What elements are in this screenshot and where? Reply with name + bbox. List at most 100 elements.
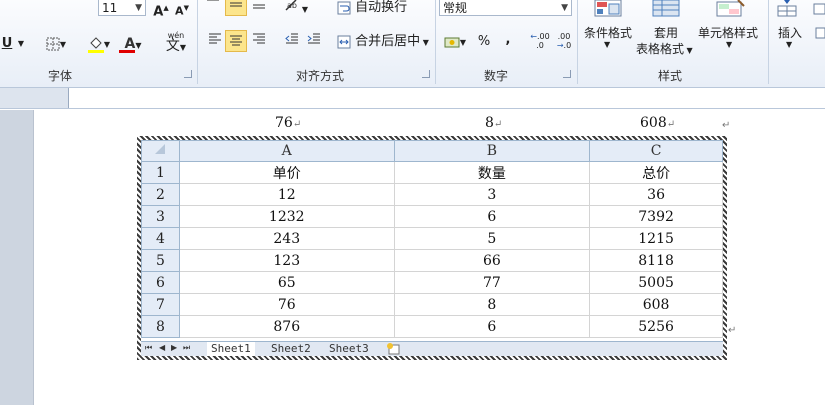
font-size-value: 11 [102,1,118,15]
row-header[interactable]: 1 [141,161,180,184]
conditional-format-label: 条件格式 [584,26,633,40]
font-color-button[interactable]: A▼ [118,34,148,54]
delete-button[interactable] [812,0,825,60]
arrow-left-icon: ← [530,32,537,41]
row-header[interactable]: 2 [141,183,180,206]
prev-sheet-icon[interactable]: ◀ [159,343,165,352]
orientation-button[interactable]: ab ▼ [282,0,310,18]
align-middle-button[interactable] [225,0,247,16]
row-header[interactable]: 4 [141,227,180,250]
cell[interactable]: 单价 [178,161,395,184]
border-button[interactable]: ▼ [42,34,70,54]
accounting-format-button[interactable]: ▼ [440,32,470,52]
select-all-corner[interactable] [141,140,180,162]
paint-bucket-icon [87,36,104,53]
underline-button[interactable]: U [0,34,14,54]
cell[interactable]: 876 [178,315,395,338]
tab-sheet2[interactable]: Sheet2 [267,342,315,356]
align-bottom-button[interactable] [250,0,268,16]
cell[interactable]: 77 [393,271,591,294]
cell[interactable]: 5256 [589,315,723,338]
font-size-combo[interactable]: 11 ▼ [98,0,146,16]
cell-styles-button[interactable]: 单元格样式 ▼ [698,0,762,60]
comma-button[interactable]: , [501,30,515,50]
row-header[interactable]: 7 [141,293,180,316]
cell[interactable]: 243 [178,227,395,250]
cell[interactable]: 8118 [589,249,723,272]
cell[interactable]: 6 [393,315,591,338]
cell[interactable]: 12 [178,183,395,206]
wrap-text-button[interactable]: 自动换行 [337,0,417,18]
grow-font-button[interactable]: A▲ [152,0,170,19]
alignment-group-label: 对齐方式 [295,69,344,83]
number-format-combo[interactable]: 常规 ▼ [439,0,572,16]
number-dialog-launcher[interactable] [563,70,571,78]
align-left-button[interactable] [206,32,224,52]
decrease-indent-button[interactable] [283,32,301,52]
row-header[interactable]: 8 [141,315,180,338]
font-dialog-launcher[interactable] [184,70,192,78]
cell[interactable]: 1215 [589,227,723,250]
cell[interactable]: 66 [393,249,591,272]
cell[interactable]: 3 [393,183,591,206]
styles-group-label: 样式 [657,69,682,83]
comma-label: , [505,32,511,47]
underline-label: U [1,36,13,51]
cell[interactable]: 7392 [589,205,723,228]
decrease-decimal-button[interactable]: .00 →.0 [554,32,574,52]
row-header[interactable]: 3 [141,205,180,228]
align-right-button[interactable] [250,32,268,52]
shrink-font-button[interactable]: A▼ [174,0,190,18]
sheet-grid: A B C 1 单价 数量 总价 2 12 3 36 3 1232 6 7392 [141,140,723,338]
first-sheet-icon[interactable]: ⏮ [145,343,152,353]
column-header-b[interactable]: B [393,140,591,162]
increase-indent-button[interactable] [305,32,323,52]
chevron-down-icon: ▼ [726,40,733,49]
tab-sheet3[interactable]: Sheet3 [325,342,373,356]
align-top-button[interactable] [204,0,222,14]
cell[interactable]: 数量 [393,161,591,184]
percent-button[interactable]: % [475,32,493,52]
tab-sheet1[interactable]: Sheet1 [207,342,255,356]
last-sheet-icon[interactable]: ⏭ [183,343,190,353]
column-header-c[interactable]: C [589,140,723,162]
align-center-button[interactable] [225,30,247,52]
column-header-a[interactable]: A [178,140,395,162]
new-sheet-icon [387,343,400,355]
next-sheet-icon[interactable]: ▶ [171,343,177,352]
row-header[interactable]: 5 [141,249,180,272]
align-center-icon [230,35,242,46]
chevron-down-icon: ▼ [786,40,793,49]
wrap-text-label: 自动换行 [355,0,408,15]
cell[interactable]: 8 [393,293,591,316]
conditional-format-button[interactable]: 条件格式 ▼ [584,0,636,60]
cell[interactable]: 总价 [589,161,723,184]
top-value-c: 608↵ [640,115,676,131]
format-as-table-button[interactable]: 套用 表格格式 ▼ [636,0,698,60]
merge-center-button[interactable]: 合并后居中 ▼ [337,32,431,52]
row-header[interactable]: 6 [141,271,180,294]
insert-button[interactable]: 插入 ▼ [772,0,812,60]
cell[interactable]: 123 [178,249,395,272]
cell[interactable]: 608 [589,293,723,316]
cell[interactable]: 5 [393,227,591,250]
cell[interactable]: 1232 [178,205,395,228]
formula-input[interactable] [68,88,825,108]
shrink-font-label: A [175,4,184,18]
embedded-sheet[interactable]: A B C 1 单价 数量 总价 2 12 3 36 3 1232 6 7392 [141,140,723,356]
increase-decimal-button[interactable]: ←.00.0 [530,32,550,52]
embedded-sheet-frame[interactable]: A B C 1 单价 数量 总价 2 12 3 36 3 1232 6 7392 [137,136,727,360]
cell[interactable]: 6 [393,205,591,228]
cell[interactable]: 36 [589,183,723,206]
group-divider [577,0,578,84]
underline-dropdown[interactable]: ▼ [16,34,26,54]
phonetic-button[interactable]: wén 文▼ [158,30,194,53]
cell[interactable]: 76 [178,293,395,316]
group-divider [197,0,198,84]
cell[interactable]: 5005 [589,271,723,294]
fill-color-button[interactable]: ▼ [84,34,114,54]
alignment-dialog-launcher[interactable] [422,70,430,78]
insert-sheet-button[interactable] [385,342,403,356]
cell[interactable]: 65 [178,271,395,294]
top-value-b: 8↵ [485,115,503,131]
